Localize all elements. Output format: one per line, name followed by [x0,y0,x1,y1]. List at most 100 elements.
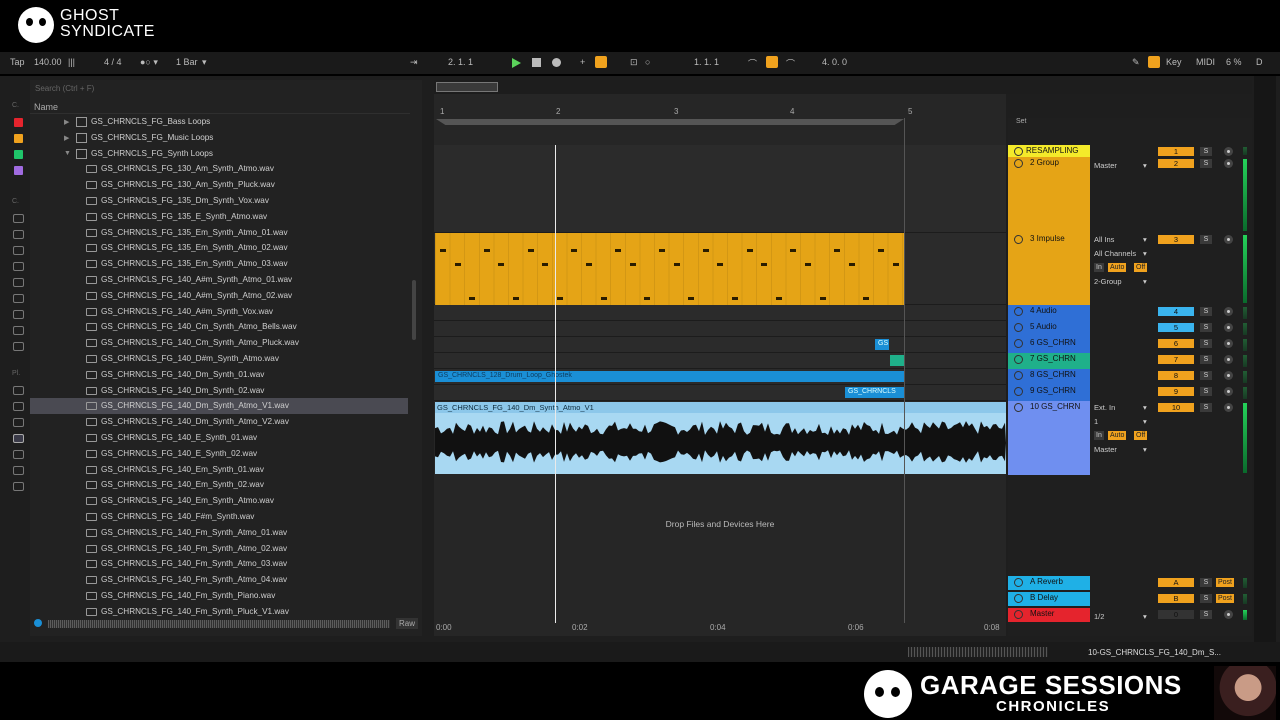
automation-arm-button[interactable] [595,56,607,68]
file-row[interactable]: GS_CHRNCLS_FG_135_Em_Synth_Atmo_02.wav [30,240,408,256]
tempo-field[interactable]: 140.00 [34,57,62,67]
track-activator-button[interactable]: B [1158,594,1194,603]
user-library-icon[interactable] [13,402,24,411]
midi-note[interactable] [688,297,695,300]
chevron-down-icon[interactable]: ▾ [1143,235,1147,244]
file-row[interactable]: GS_CHRNCLS_FG_140_Fm_Synth_Piano.wav [30,588,408,604]
expand-icon[interactable]: ▶ [64,118,69,126]
track-fold-icon[interactable] [1014,147,1023,156]
track-activator-button[interactable]: 3 [1158,235,1194,244]
output-routing-select[interactable]: Master [1094,445,1117,454]
arrangement-position-icon[interactable]: ⇥ [410,57,418,68]
solo-button[interactable]: S [1200,371,1212,380]
midi-note[interactable] [892,263,899,266]
midi-note[interactable] [746,249,753,252]
max-for-live-icon[interactable] [13,294,24,303]
clip-teal-small[interactable] [890,355,904,366]
file-row[interactable]: GS_CHRNCLS_FG_140_Em_Synth_02.wav [30,477,408,493]
track-fold-icon[interactable] [1014,159,1023,168]
midi-note[interactable] [790,249,797,252]
folder-icon-2[interactable] [13,466,24,475]
monitor-off-button[interactable]: Off [1134,263,1148,272]
play-button[interactable] [512,58,521,68]
input-channel-select[interactable]: 1 [1094,417,1098,426]
browser-scrollbar[interactable] [412,280,416,340]
monitor-off-button[interactable]: Off [1134,431,1148,440]
collection-purple-icon[interactable] [14,166,23,175]
record-arm-button[interactable] [1224,307,1233,316]
midi-note[interactable] [834,249,841,252]
track-fold-icon[interactable] [1014,387,1023,396]
file-row[interactable]: GS_CHRNCLS_FG_140_A#m_Synth_Atmo_02.wav [30,288,408,304]
record-arm-button[interactable] [1224,147,1233,156]
output-routing-select[interactable]: 1/2 [1094,612,1104,621]
track-header[interactable]: Master [1008,608,1090,622]
chevron-down-icon[interactable]: ▾ [1143,277,1147,286]
position-field[interactable]: 2. 1. 1 [448,57,473,67]
instruments-icon[interactable] [13,246,24,255]
file-row[interactable]: GS_CHRNCLS_FG_140_Cm_Synth_Atmo_Pluck.wa… [30,335,408,351]
stop-button[interactable] [532,58,541,67]
collection-green-icon[interactable] [14,150,23,159]
folder-row[interactable]: ▼ GS_CHRNCLS_FG_Synth Loops [30,146,408,162]
solo-button[interactable]: S [1200,403,1212,412]
punch-icon[interactable]: ⊡ [630,57,638,68]
set-label[interactable]: Set [1016,118,1027,125]
midi-note[interactable] [513,297,519,300]
file-row[interactable]: GS_CHRNCLS_FG_135_Dm_Synth_Vox.wav [30,193,408,209]
beat-ruler[interactable]: 1 2 3 4 5 [434,104,1006,120]
record-arm-button[interactable] [1224,323,1233,332]
lane-audio-4[interactable] [434,305,1006,321]
track-fold-icon[interactable] [1014,578,1023,587]
solo-button[interactable]: S [1200,387,1212,396]
monitor-auto-button[interactable]: Auto [1108,263,1127,272]
track-activator-button[interactable]: 4 [1158,307,1194,316]
midi-note[interactable] [848,263,855,266]
midi-note[interactable] [469,297,476,300]
lane-gs-7[interactable] [434,353,1006,369]
output-routing-select[interactable]: Master [1094,161,1117,170]
midi-note[interactable] [586,263,592,266]
track-header[interactable]: 4 Audio [1008,305,1090,321]
draw-mode-icon[interactable]: ✎ [1132,57,1140,68]
midi-note[interactable] [805,263,811,266]
arrangement-overview[interactable] [434,80,1252,94]
solo-button[interactable]: S [1200,610,1212,619]
add-folder-icon[interactable] [13,482,24,491]
file-row[interactable]: GS_CHRNCLS_FG_135_E_Synth_Atmo.wav [30,209,408,225]
expand-icon[interactable]: ▶ [64,134,69,142]
solo-button[interactable]: S [1200,235,1212,244]
record-arm-button[interactable] [1224,159,1233,168]
midi-note[interactable] [440,249,446,252]
track-fold-icon[interactable] [1014,371,1023,380]
metronome-icon[interactable]: ||| [68,57,75,67]
time-ruler[interactable]: 0:00 0:02 0:04 0:06 0:08 [434,622,1006,634]
solo-button[interactable]: S [1200,323,1212,332]
midi-note[interactable] [659,249,665,252]
record-arm-button[interactable] [1224,371,1233,380]
track-activator-button[interactable]: A [1158,578,1194,587]
record-arm-button[interactable] [1224,355,1233,364]
track-fold-icon[interactable] [1014,323,1023,332]
file-row[interactable]: GS_CHRNCLS_FG_140_Dm_Synth_Atmo_V2.wav [30,414,408,430]
lane-gs-9[interactable] [434,385,1006,401]
overview-window[interactable] [436,82,498,92]
folder-icon[interactable] [13,450,24,459]
clip-gs-small[interactable]: GS [875,339,889,350]
record-arm-button[interactable] [1224,339,1233,348]
file-row[interactable]: GS_CHRNCLS_FG_140_Em_Synth_Atmo.wav [30,493,408,509]
midi-note[interactable] [863,297,870,300]
track-header[interactable]: 3 Impulse [1008,233,1090,305]
track-header[interactable]: 8 GS_CHRN [1008,369,1090,385]
chevron-down-icon[interactable]: ▾ [1143,249,1147,258]
lane-gs-6[interactable] [434,337,1006,353]
midi-note[interactable] [629,263,636,266]
solo-button[interactable]: S [1200,339,1212,348]
midi-note[interactable] [498,263,505,266]
file-row[interactable]: GS_CHRNCLS_FG_140_F#m_Synth.wav [30,509,408,525]
midi-note[interactable] [702,249,709,252]
loop-start-field[interactable]: 1. 1. 1 [694,57,719,67]
solo-button[interactable]: S [1200,578,1212,587]
file-row[interactable]: GS_CHRNCLS_FG_135_Em_Synth_Atmo_03.wav [30,256,408,272]
post-button[interactable]: Post [1216,578,1235,587]
